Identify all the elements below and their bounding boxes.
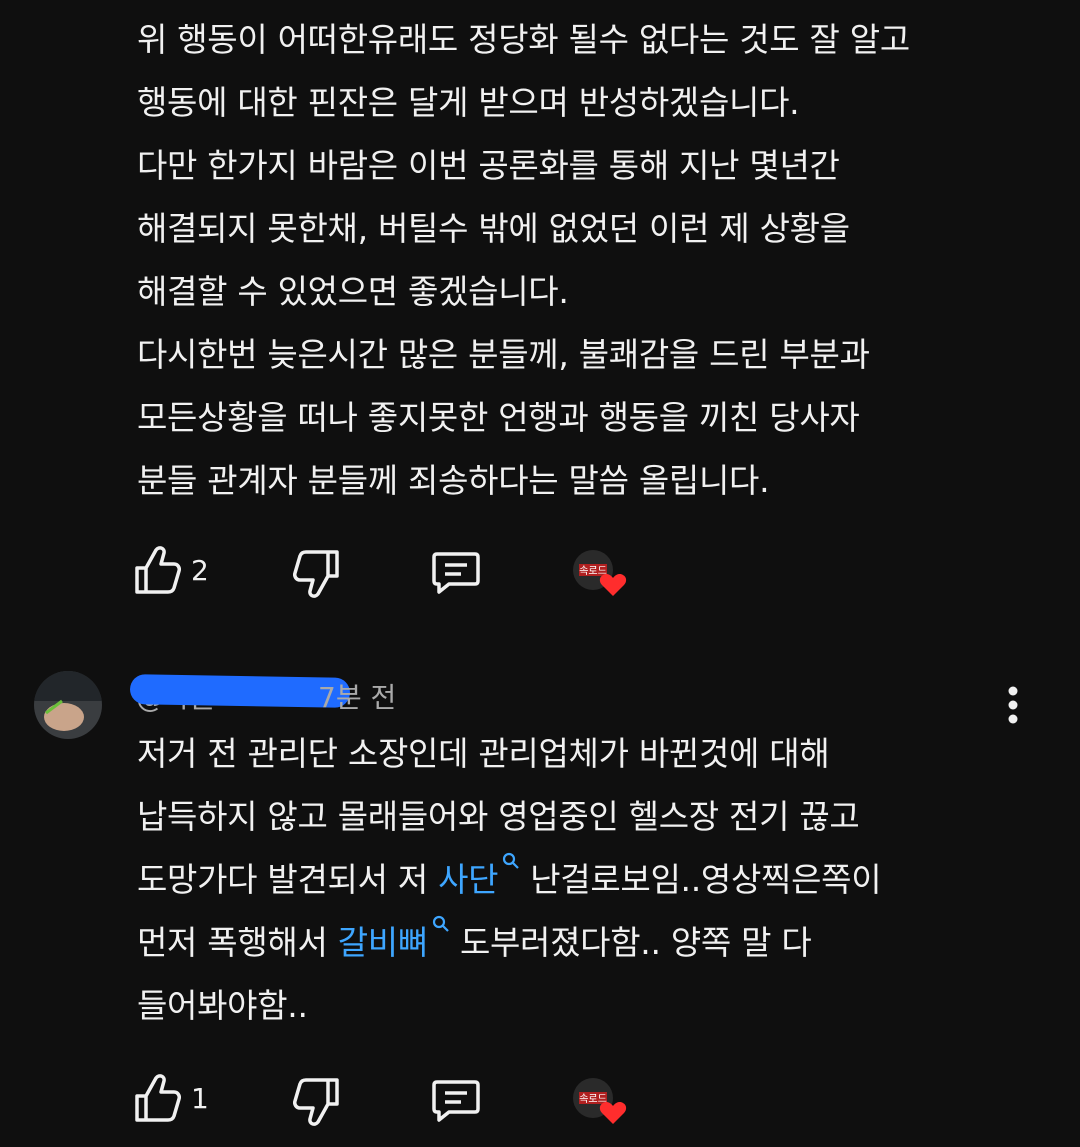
search-icon[interactable] bbox=[502, 852, 520, 870]
comment-icon bbox=[432, 552, 480, 594]
comment-line: 저거 전 관리단 소장인데 관리업체가 바뀐것에 대해 bbox=[137, 734, 830, 773]
comment-text-segment: 난걸로보임..영상찍은쪽이 bbox=[530, 860, 882, 899]
like-button[interactable] bbox=[133, 544, 181, 600]
creator-heart-badge: 속로드 bbox=[571, 1076, 627, 1124]
comment-text-segment: 도부러졌다함.. 양쪽 말 다 bbox=[459, 923, 812, 962]
thumbs-up-icon bbox=[135, 546, 181, 594]
comment-line: 위 행동이 어떠한유래도 정당화 될수 없다는 것도 잘 알고 bbox=[137, 20, 910, 59]
comment-line: 도망가다 발견되서 저 사단 난걸로보임..영상찍은쪽이 bbox=[137, 848, 882, 911]
comment-actions-2: 1 속로드 bbox=[133, 1072, 653, 1132]
comment-body-2: 저거 전 관리단 소장인데 관리업체가 바뀐것에 대해 납득하지 않고 몰래들어… bbox=[137, 722, 882, 1037]
search-link[interactable]: 갈비뼈 bbox=[338, 923, 428, 962]
comment-body-1: 위 행동이 어떠한유래도 정당화 될수 없다는 것도 잘 알고 행동에 대한 핀… bbox=[137, 8, 910, 512]
like-count: 1 bbox=[191, 1082, 209, 1115]
comment-line: 다시한번 늦은시간 많은 분들께, 불쾌감을 드린 부분과 bbox=[137, 335, 870, 374]
creator-heart-badge: 속로드 bbox=[571, 548, 627, 596]
comment-icon bbox=[432, 1080, 480, 1122]
dislike-button[interactable] bbox=[293, 548, 341, 604]
like-button[interactable] bbox=[133, 1072, 181, 1128]
creator-avatar-heart-icon: 속로드 bbox=[573, 1078, 627, 1124]
comment-line: 모든상황을 떠나 좋지못한 언행과 행동을 끼친 당사자 bbox=[137, 398, 860, 437]
reply-button[interactable] bbox=[431, 548, 481, 602]
reply-button[interactable] bbox=[431, 1076, 481, 1130]
like-count: 2 bbox=[191, 554, 209, 587]
avatar[interactable] bbox=[34, 671, 102, 739]
comment-line: 다만 한가지 바람은 이번 공론화를 통해 지난 몇년간 bbox=[137, 146, 840, 185]
thumbs-down-icon bbox=[293, 1078, 339, 1126]
search-icon[interactable] bbox=[432, 915, 450, 933]
comment-line: 분들 관계자 분들께 죄송하다는 말씀 올립니다. bbox=[137, 461, 770, 500]
comment-text-segment: 먼저 폭행해서 bbox=[137, 923, 338, 962]
comment-line: 납득하지 않고 몰래들어와 영업중인 헬스장 전기 끊고 bbox=[137, 797, 860, 836]
user-avatar-image bbox=[34, 671, 102, 739]
search-link[interactable]: 사단 bbox=[438, 860, 498, 899]
thumbs-down-icon bbox=[293, 550, 339, 598]
comment-text-segment: 도망가다 발견되서 저 bbox=[137, 860, 439, 899]
creator-avatar-heart-icon: 속로드 bbox=[573, 550, 627, 596]
comment-line: 행동에 대한 핀잔은 달게 받으며 반성하겠습니다. bbox=[137, 83, 800, 122]
comment-line: 들어봐야함.. bbox=[137, 986, 308, 1025]
comment-line: 해결할 수 있었으면 좋겠습니다. bbox=[137, 272, 569, 311]
thumbs-up-icon bbox=[135, 1074, 181, 1122]
kebab-menu-icon bbox=[1008, 686, 1018, 724]
comment-time: 7분 전 bbox=[318, 681, 397, 714]
more-options-button[interactable] bbox=[998, 686, 1028, 730]
comment-actions-1: 2 속로드 bbox=[133, 544, 653, 604]
comment-line: 해결되지 못한채, 버틸수 밖에 없었던 이런 제 상황을 bbox=[137, 209, 850, 248]
comment-line: 먼저 폭행해서 갈비뼈 도부러졌다함.. 양쪽 말 다 bbox=[137, 911, 881, 974]
dislike-button[interactable] bbox=[293, 1076, 341, 1132]
